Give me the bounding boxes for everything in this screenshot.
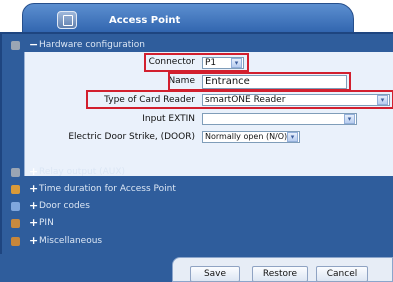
highlight-connector — [144, 53, 249, 72]
section-label: Relay output (AUX) — [39, 167, 126, 177]
clock-icon — [11, 185, 20, 194]
section-label: Time duration for Access Point — [39, 184, 176, 194]
section-label: PIN — [39, 218, 54, 228]
section-relay-output[interactable]: + Relay output (AUX) — [2, 165, 393, 180]
section-label: Door codes — [39, 201, 90, 211]
button-bar: Save Restore Cancel — [172, 257, 393, 282]
chevron-down-icon[interactable]: ▾ — [287, 132, 298, 142]
expand-icon[interactable]: + — [29, 182, 38, 196]
door-strike-label: Electric Door Strike, (DOOR) — [68, 132, 195, 142]
input-extin-label: Input EXTIN — [142, 114, 195, 124]
restore-button[interactable]: Restore — [252, 266, 308, 282]
input-extin-select[interactable] — [202, 113, 357, 125]
window-title: Access Point — [109, 15, 181, 26]
section-label: Hardware configuration — [39, 40, 146, 50]
miscellaneous-icon — [11, 237, 20, 246]
expand-icon[interactable]: + — [29, 234, 38, 248]
highlight-card-reader — [86, 90, 393, 109]
highlight-name — [168, 72, 351, 91]
settings-panel: − Hardware configuration Connector P1 ▾ … — [0, 32, 393, 282]
section-door-codes[interactable]: + Door codes — [2, 199, 393, 214]
hardware-configuration-body: Connector P1 ▾ Name Entrance Type of Car… — [24, 52, 393, 176]
expand-icon[interactable]: + — [29, 165, 38, 179]
collapse-icon[interactable]: − — [29, 38, 38, 52]
pin-icon — [11, 219, 20, 228]
footer: Save Restore Cancel — [0, 254, 393, 282]
section-hardware-configuration[interactable]: − Hardware configuration — [2, 38, 393, 53]
section-label: Miscellaneous — [39, 236, 103, 246]
door-strike-select[interactable]: Normally open (N/O) — [202, 131, 300, 143]
expand-icon[interactable]: + — [29, 199, 38, 213]
save-button[interactable]: Save — [190, 266, 240, 282]
cancel-button[interactable]: Cancel — [316, 266, 368, 282]
window-title-tab: Access Point — [22, 3, 354, 35]
relay-icon — [11, 168, 20, 177]
access-point-icon — [57, 11, 77, 29]
door-codes-icon — [11, 202, 20, 211]
section-time-duration[interactable]: + Time duration for Access Point — [2, 182, 393, 197]
expand-icon[interactable]: + — [29, 216, 38, 230]
chevron-down-icon[interactable]: ▾ — [344, 114, 355, 124]
section-miscellaneous[interactable]: + Miscellaneous — [2, 234, 393, 249]
hardware-icon — [11, 41, 20, 50]
section-pin[interactable]: + PIN — [2, 216, 393, 231]
